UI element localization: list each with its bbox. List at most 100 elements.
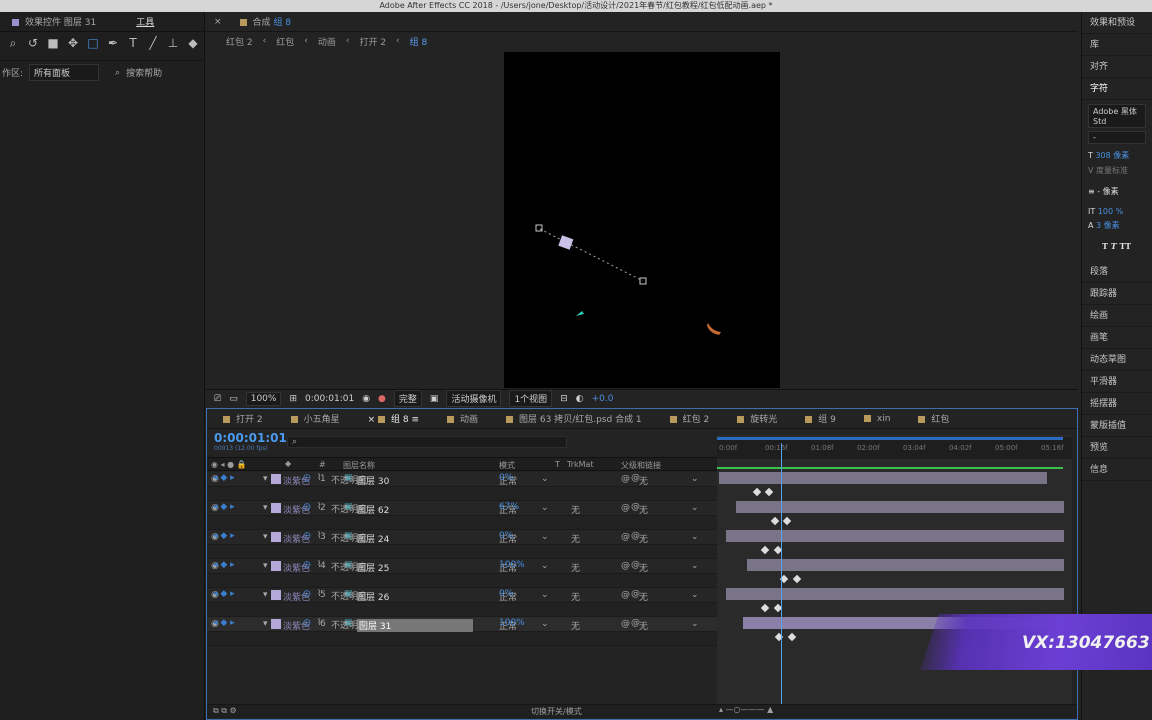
exposure-icon[interactable]: ◐ bbox=[576, 394, 584, 404]
panel-brushes[interactable]: 画笔 bbox=[1082, 327, 1152, 349]
trkmat-dropdown[interactable]: 无 bbox=[571, 561, 580, 574]
tracking-value[interactable]: - 像素 bbox=[1097, 187, 1118, 196]
parent-dropdown[interactable]: 无 bbox=[639, 590, 648, 603]
property-value[interactable]: 100% bbox=[499, 560, 525, 570]
keyframe-nav-icon[interactable]: ◂ ◆ ▸ bbox=[213, 560, 235, 570]
layer-property-row[interactable]: ◂ ◆ ▸ ◷ ⌇ 不透明度 67% @ bbox=[207, 502, 717, 530]
keyframe[interactable] bbox=[792, 574, 802, 584]
rotate-icon[interactable]: ↺ bbox=[26, 36, 40, 50]
expression-icon[interactable]: @ bbox=[631, 618, 640, 628]
table-row[interactable]: ◉ ▾ 淡紫色 3 ▣ 图层 24 正常 ⌄ 无 @ 无 ⌄ ◂ ◆ ▸ ◷ ⌇ 不透明度 0% @ bbox=[207, 530, 717, 559]
panel-preview[interactable]: 预览 bbox=[1082, 437, 1152, 459]
pickwhip-icon[interactable]: @ bbox=[621, 503, 630, 513]
tab-small-star[interactable]: 小五角星 bbox=[290, 412, 340, 425]
tab-hongbao[interactable]: 红包 bbox=[918, 412, 949, 425]
label-color[interactable] bbox=[271, 503, 281, 513]
region-icon[interactable]: ▣ bbox=[430, 394, 439, 404]
chevron-down-icon[interactable]: ⌄ bbox=[541, 503, 549, 513]
expression-icon[interactable]: @ bbox=[631, 531, 640, 541]
panel-library[interactable]: 库 bbox=[1082, 34, 1152, 56]
toggle-icons[interactable]: ⧉ ⧉ ⚙ bbox=[213, 706, 237, 716]
tab-open-2[interactable]: 打开 2 bbox=[223, 412, 263, 425]
quality-dropdown[interactable]: 完整 bbox=[393, 390, 422, 407]
tab-tools[interactable]: 工具 bbox=[136, 15, 154, 28]
parent-dropdown[interactable]: 无 bbox=[639, 532, 648, 545]
panel-tracker[interactable]: 跟踪器 bbox=[1082, 283, 1152, 305]
layer-main-row[interactable]: ◉ ▾ 淡紫色 5 ▣ 图层 26 正常 ⌄ 无 @ 无 ⌄ bbox=[207, 588, 717, 603]
col-mode[interactable]: 模式 bbox=[499, 460, 515, 471]
col-trkmat[interactable]: TrkMat bbox=[567, 460, 594, 469]
crumb-3[interactable]: 动画 bbox=[318, 35, 336, 48]
keyframe[interactable] bbox=[770, 516, 780, 526]
monitor-icon[interactable]: ▭ bbox=[229, 394, 238, 404]
layer-duration-bar[interactable] bbox=[746, 559, 1064, 571]
crumb-5[interactable]: 组 8 bbox=[410, 35, 428, 48]
twirl-icon[interactable]: ▾ bbox=[263, 619, 268, 629]
caps-icon[interactable]: TT bbox=[1120, 241, 1132, 251]
scale-value[interactable]: 100 % bbox=[1098, 207, 1123, 216]
keyframe-nav-icon[interactable]: ◂ ◆ ▸ bbox=[213, 618, 235, 628]
tab-xin[interactable]: xin bbox=[863, 414, 890, 424]
keyframe[interactable] bbox=[760, 603, 770, 613]
chevron-down-icon[interactable]: ⌄ bbox=[691, 474, 699, 484]
crumb-2[interactable]: 红包 bbox=[276, 35, 294, 48]
timeline-track-area[interactable]: 0:00f 00:16f 01:08f 02:00f 03:04f 04:02f 05:00… bbox=[717, 435, 1072, 717]
chevron-down-icon[interactable]: ⌄ bbox=[541, 561, 549, 571]
bold-icon[interactable]: T bbox=[1102, 241, 1108, 251]
playhead[interactable] bbox=[781, 443, 782, 717]
rectangle-icon[interactable]: □ bbox=[86, 36, 100, 50]
chevron-down-icon[interactable]: ⌄ bbox=[541, 474, 549, 484]
search-help-input[interactable]: 搜索帮助 bbox=[126, 66, 162, 79]
views-dropdown[interactable]: 1个视图 bbox=[509, 390, 553, 407]
stopwatch-icon[interactable]: ◷ bbox=[303, 502, 311, 512]
layer-main-row[interactable]: ◉ ▾ 淡紫色 3 ▣ 图层 24 正常 ⌄ 无 @ 无 ⌄ bbox=[207, 530, 717, 545]
anchor-icon[interactable]: ✥ bbox=[66, 36, 80, 50]
exposure-value[interactable]: +0.0 bbox=[592, 394, 614, 404]
eraser-icon[interactable]: ◆ bbox=[186, 36, 200, 50]
label-color[interactable] bbox=[271, 561, 281, 571]
pickwhip-icon[interactable]: @ bbox=[621, 561, 630, 571]
table-row[interactable]: ◉ ▾ 淡紫色 2 ▣ 图层 62 正常 ⌄ 无 @ 无 ⌄ ◂ ◆ ▸ ◷ ⌇ 不透明度 67% @ bbox=[207, 501, 717, 530]
layout-icon[interactable]: ⊟ bbox=[560, 394, 568, 404]
property-value[interactable]: 67% bbox=[499, 502, 519, 512]
layer-duration-bar[interactable] bbox=[719, 472, 1047, 484]
panel-character[interactable]: 字符 bbox=[1082, 78, 1152, 100]
chevron-down-icon[interactable]: ⌄ bbox=[691, 503, 699, 513]
table-row[interactable]: ◉ ▾ 淡紫色 5 ▣ 图层 26 正常 ⌄ 无 @ 无 ⌄ ◂ ◆ ▸ ◷ ⌇ 不透明度 0% @ bbox=[207, 588, 717, 617]
zoom-slider[interactable]: ▴ —○——— ▲ bbox=[719, 705, 773, 714]
property-value[interactable]: 0% bbox=[499, 589, 513, 599]
text-icon[interactable]: T bbox=[126, 36, 140, 50]
layer-property-row[interactable]: ◂ ◆ ▸ ◷ ⌇ 不透明度 0% @ bbox=[207, 531, 717, 559]
chevron-down-icon[interactable]: ⌄ bbox=[541, 590, 549, 600]
layer-property-row[interactable]: ◂ ◆ ▸ ◷ ⌇ 不透明度 0% @ bbox=[207, 473, 717, 501]
italic-icon[interactable]: T bbox=[1111, 241, 1117, 251]
chevron-down-icon[interactable]: ⌄ bbox=[691, 561, 699, 571]
keyframe-nav-icon[interactable]: ◂ ◆ ▸ bbox=[213, 589, 235, 599]
brush-icon[interactable]: ╱ bbox=[146, 36, 160, 50]
font-size-value[interactable]: 308 像素 bbox=[1095, 151, 1129, 160]
toggle-switches-modes[interactable]: 切换开关/模式 bbox=[531, 706, 582, 717]
layer-duration-bar[interactable] bbox=[736, 501, 1064, 513]
stopwatch-icon[interactable]: ◷ bbox=[303, 589, 311, 599]
font-dropdown[interactable]: Adobe 黑体 Std bbox=[1088, 104, 1146, 128]
table-row[interactable]: ◉ ▾ 淡紫色 6 ▣ 图层 31 正常 ⌄ 无 @ 无 ⌄ ◂ ◆ ▸ ◷ ⌇ 不透明度 100% @ bbox=[207, 617, 717, 646]
layer-main-row[interactable]: ◉ ▾ 淡紫色 4 ▣ 图层 25 正常 ⌄ 无 @ 无 ⌄ bbox=[207, 559, 717, 574]
keyframe-nav-icon[interactable]: ◂ ◆ ▸ bbox=[213, 473, 235, 483]
tab-layer-63[interactable]: 图层 63 拷贝/红包.psd 合成 1 bbox=[506, 412, 642, 425]
pen-icon[interactable]: ✒ bbox=[106, 36, 120, 50]
pickwhip-icon[interactable]: @ bbox=[621, 532, 630, 542]
tab-effect-controls[interactable]: 效果控件 图层 31 bbox=[12, 15, 96, 28]
col-parent[interactable]: 父级和链接 bbox=[621, 460, 661, 471]
timecode-display[interactable]: 0:00:01:01 bbox=[305, 394, 354, 404]
layer-main-row[interactable]: ◉ ▾ 淡紫色 2 ▣ 图层 62 正常 ⌄ 无 @ 无 ⌄ bbox=[207, 501, 717, 516]
panel-smoother[interactable]: 平滑器 bbox=[1082, 371, 1152, 393]
tab-animation[interactable]: 动画 bbox=[447, 412, 478, 425]
chevron-down-icon[interactable]: ⌄ bbox=[691, 532, 699, 542]
trkmat-dropdown[interactable]: 无 bbox=[571, 503, 580, 516]
font-style-dropdown[interactable]: - bbox=[1088, 131, 1146, 144]
keyframe[interactable] bbox=[764, 487, 774, 497]
layer-main-row[interactable]: ◉ ▾ 淡紫色 1 ▣ 图层 30 正常 ⌄ @ 无 ⌄ bbox=[207, 472, 717, 487]
layer-shape[interactable] bbox=[558, 235, 574, 250]
col-name[interactable]: 图层名称 bbox=[343, 460, 375, 471]
panel-paint[interactable]: 绘画 bbox=[1082, 305, 1152, 327]
